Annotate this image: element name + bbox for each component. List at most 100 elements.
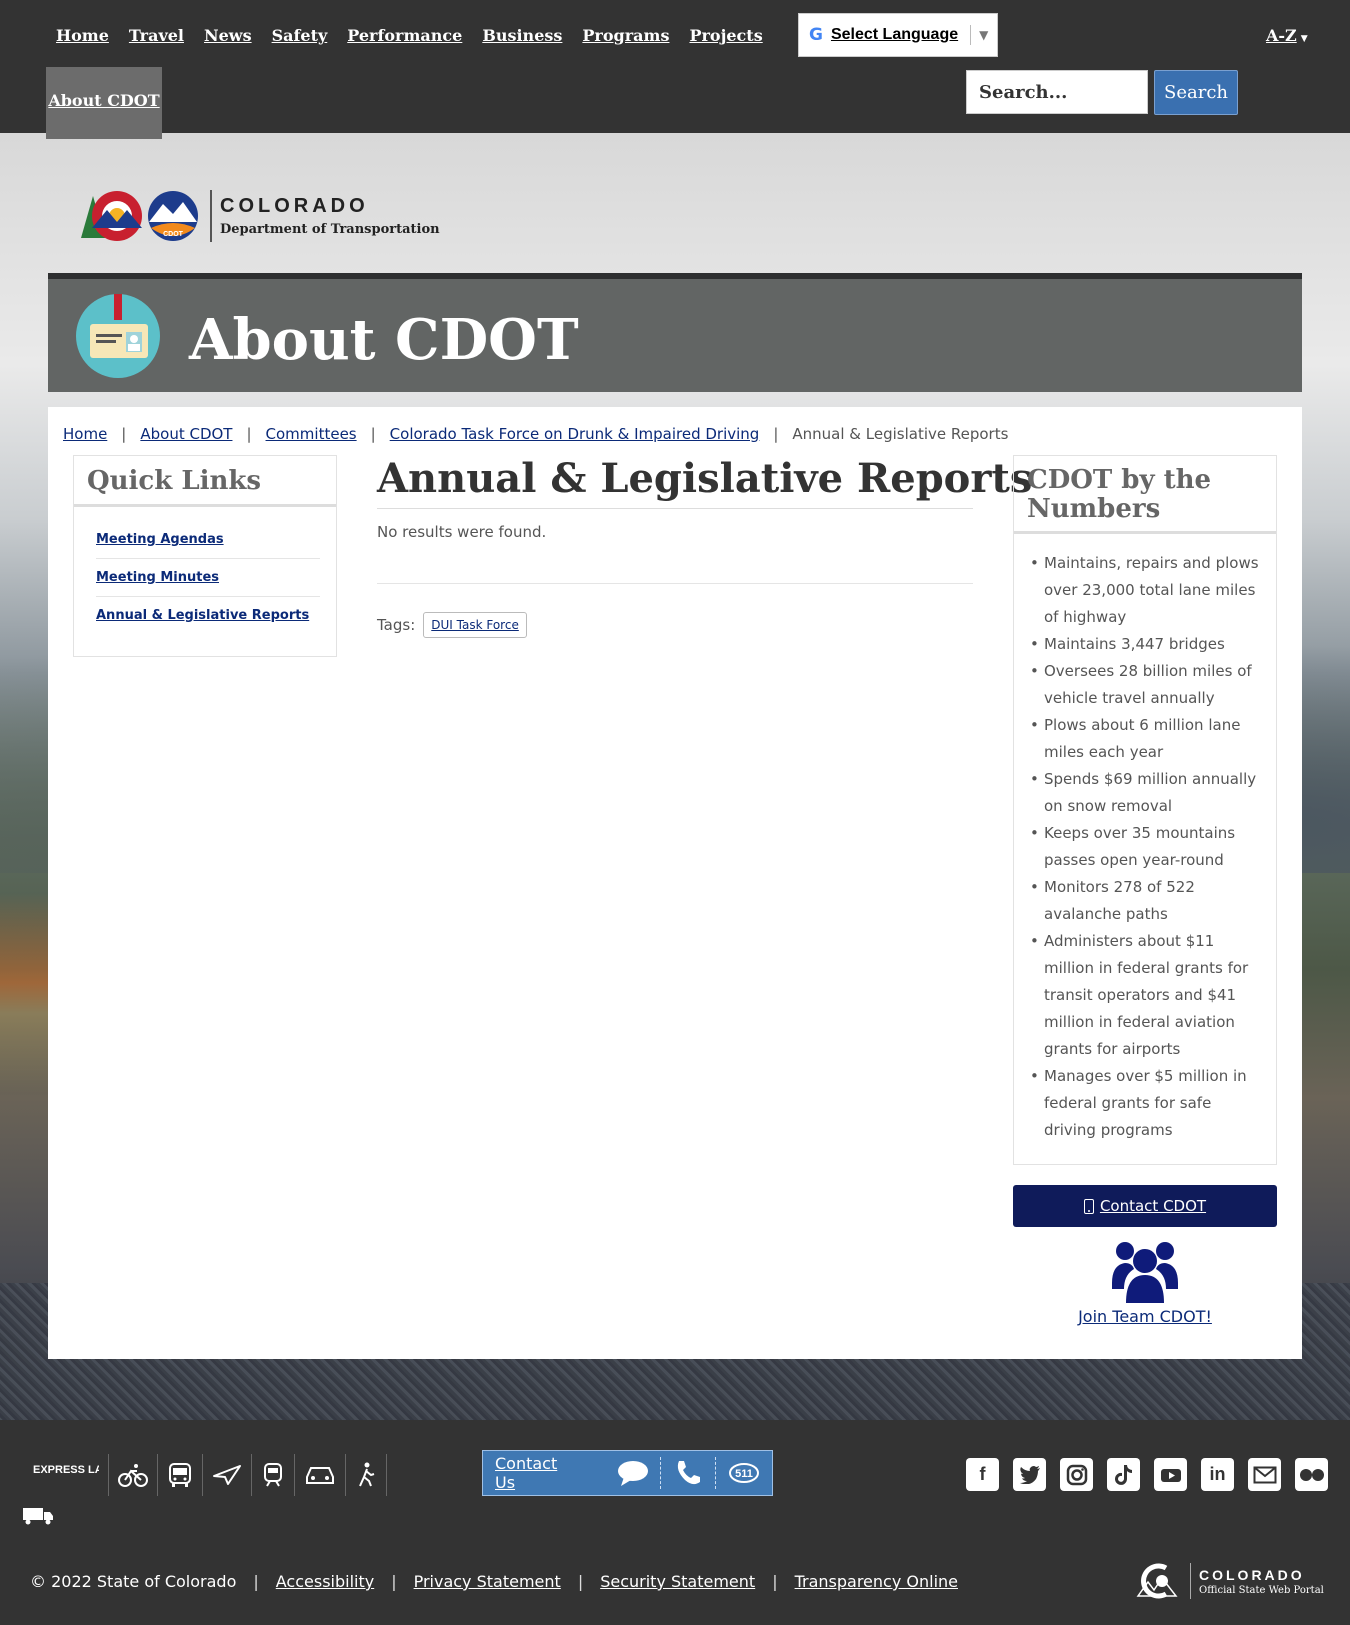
join-team-link[interactable]: Join Team CDOT! bbox=[1078, 1307, 1212, 1326]
breadcrumb-task-force[interactable]: Colorado Task Force on Drunk & Impaired … bbox=[390, 425, 760, 443]
footer-separator: | bbox=[253, 1572, 259, 1591]
contact-cdot-button[interactable]: Contact CDOT bbox=[1013, 1185, 1277, 1227]
security-statement-link[interactable]: Security Statement bbox=[600, 1572, 755, 1591]
quick-link-meeting-agendas[interactable]: Meeting Agendas bbox=[96, 532, 224, 547]
logo-subtitle: Department of Transportation bbox=[220, 222, 440, 237]
nav-performance[interactable]: Performance bbox=[347, 26, 462, 45]
footer-separator: | bbox=[772, 1572, 778, 1591]
pedestrian-icon[interactable] bbox=[346, 1454, 387, 1496]
colorado-c-logo-icon bbox=[1136, 1563, 1178, 1599]
transparency-online-link[interactable]: Transparency Online bbox=[795, 1572, 958, 1591]
nav-about-cdot[interactable]: About CDOT bbox=[48, 91, 159, 110]
breadcrumb-separator: | bbox=[370, 425, 376, 443]
linkedin-icon[interactable]: in bbox=[1201, 1458, 1234, 1491]
nav-home[interactable]: Home bbox=[56, 26, 109, 45]
list-item: Annual & Legislative Reports bbox=[96, 597, 320, 634]
chat-icon[interactable] bbox=[605, 1457, 661, 1489]
portal-title: COLORADO bbox=[1199, 1566, 1305, 1583]
flickr-icon[interactable] bbox=[1295, 1458, 1328, 1491]
list-item: Maintains 3,447 bridges bbox=[1030, 631, 1262, 658]
breadcrumb-home[interactable]: Home bbox=[63, 425, 107, 443]
quick-links-list: Meeting Agendas Meeting Minutes Annual &… bbox=[74, 507, 336, 634]
search-button[interactable]: Search bbox=[1154, 70, 1238, 115]
nav-projects[interactable]: Projects bbox=[689, 26, 762, 45]
quick-link-annual-reports[interactable]: Annual & Legislative Reports bbox=[96, 608, 309, 623]
train-icon[interactable] bbox=[252, 1454, 295, 1496]
people-group-icon bbox=[1112, 1242, 1178, 1303]
truck-icon[interactable] bbox=[22, 1506, 54, 1530]
footer-separator: | bbox=[391, 1572, 397, 1591]
list-item: Plows about 6 million lane miles each ye… bbox=[1030, 712, 1262, 766]
colorado-logo-mark: CDOT bbox=[79, 188, 206, 244]
list-item: Oversees 28 billion miles of vehicle tra… bbox=[1030, 658, 1262, 712]
bike-icon[interactable] bbox=[109, 1454, 158, 1496]
dropdown-arrow-icon[interactable]: ▼ bbox=[979, 28, 988, 42]
footer-contact-bar: Contact Us 511 bbox=[482, 1450, 773, 1496]
quick-links-title: Quick Links bbox=[74, 456, 336, 507]
footer-separator: | bbox=[577, 1572, 584, 1591]
car-icon[interactable] bbox=[295, 1454, 346, 1496]
youtube-icon[interactable] bbox=[1154, 1458, 1187, 1491]
language-label[interactable]: Select Language bbox=[831, 26, 958, 44]
language-selector[interactable]: G Select Language ▼ bbox=[798, 13, 998, 57]
breadcrumb-separator: | bbox=[773, 425, 779, 443]
list-item: Manages over $5 million in federal grant… bbox=[1030, 1063, 1262, 1144]
list-item: Spends $69 million annually on snow remo… bbox=[1030, 766, 1262, 820]
list-item: Maintains, repairs and plows over 23,000… bbox=[1030, 550, 1262, 631]
nav-travel[interactable]: Travel bbox=[129, 26, 184, 45]
tag-chip: DUI Task Force bbox=[423, 612, 527, 638]
breadcrumb: Home | About CDOT | Committees | Colorad… bbox=[63, 425, 1008, 443]
svg-text:CDOT: CDOT bbox=[163, 231, 184, 238]
quick-link-meeting-minutes[interactable]: Meeting Minutes bbox=[96, 570, 219, 585]
plane-icon[interactable] bbox=[203, 1454, 252, 1496]
tag-dui-task-force[interactable]: DUI Task Force bbox=[431, 618, 519, 632]
az-menu[interactable]: A-Z ▼ bbox=[1266, 26, 1308, 45]
quick-links: Quick Links Meeting Agendas Meeting Minu… bbox=[73, 455, 337, 657]
511-icon[interactable]: 511 bbox=[716, 1457, 772, 1489]
footer-legal: © 2022 State of Colorado | Accessibility… bbox=[30, 1572, 958, 1591]
breadcrumb-separator: | bbox=[246, 425, 252, 443]
breadcrumb-separator: | bbox=[121, 425, 127, 443]
twitter-icon[interactable] bbox=[1013, 1458, 1046, 1491]
cdot-logo[interactable]: CDOT COLORADO Department of Transportati… bbox=[79, 188, 440, 244]
social-links: f in bbox=[966, 1458, 1328, 1491]
tiktok-icon[interactable] bbox=[1107, 1458, 1140, 1491]
logo-text: COLORADO Department of Transportation bbox=[220, 195, 440, 237]
state-web-portal-logo[interactable]: COLORADO Official State Web Portal bbox=[1136, 1562, 1324, 1600]
accessibility-link[interactable]: Accessibility bbox=[276, 1572, 374, 1591]
instagram-icon[interactable] bbox=[1060, 1458, 1093, 1491]
nav-about-cdot-tab: About CDOT bbox=[46, 67, 162, 139]
breadcrumb-committees[interactable]: Committees bbox=[266, 425, 357, 443]
nav-news[interactable]: News bbox=[204, 26, 252, 45]
nav-programs[interactable]: Programs bbox=[582, 26, 669, 45]
phone-icon[interactable] bbox=[661, 1457, 717, 1489]
nav-safety[interactable]: Safety bbox=[272, 26, 328, 45]
join-team: Join Team CDOT! bbox=[1013, 1239, 1277, 1326]
express-lanes-icon[interactable]: EXPRESS LANES bbox=[22, 1454, 109, 1496]
numbers-list: Maintains, repairs and plows over 23,000… bbox=[1014, 534, 1276, 1144]
email-icon[interactable] bbox=[1248, 1458, 1281, 1491]
bus-icon[interactable] bbox=[158, 1454, 203, 1496]
nav-business[interactable]: Business bbox=[482, 26, 562, 45]
breadcrumb-current: Annual & Legislative Reports bbox=[792, 425, 1009, 443]
page-title: Annual & Legislative Reports bbox=[377, 455, 1032, 509]
logo-divider bbox=[210, 190, 212, 242]
main-nav: Home Travel News Safety Performance Busi… bbox=[56, 26, 763, 45]
caret-down-icon: ▼ bbox=[1300, 34, 1308, 44]
mobile-phone-icon bbox=[1083, 1198, 1094, 1214]
list-item: Keeps over 35 mountains passes open year… bbox=[1030, 820, 1262, 874]
privacy-statement-link[interactable]: Privacy Statement bbox=[414, 1572, 561, 1591]
logo-title: COLORADO bbox=[220, 195, 369, 217]
copyright: © 2022 State of Colorado bbox=[30, 1572, 237, 1591]
svg-text:511: 511 bbox=[735, 1468, 753, 1480]
language-divider bbox=[970, 25, 972, 45]
search-input[interactable] bbox=[966, 70, 1148, 114]
list-item: Meeting Minutes bbox=[96, 559, 320, 597]
facebook-icon[interactable]: f bbox=[966, 1458, 999, 1491]
portal-text: COLORADO Official State Web Portal bbox=[1199, 1567, 1324, 1596]
svg-text:EXPRESS LANES: EXPRESS LANES bbox=[33, 1464, 99, 1476]
footer-contact-link[interactable]: Contact Us bbox=[495, 1454, 577, 1492]
breadcrumb-about-cdot[interactable]: About CDOT bbox=[140, 425, 232, 443]
tags-row: Tags: DUI Task Force bbox=[377, 612, 973, 638]
portal-divider bbox=[1190, 1563, 1191, 1599]
